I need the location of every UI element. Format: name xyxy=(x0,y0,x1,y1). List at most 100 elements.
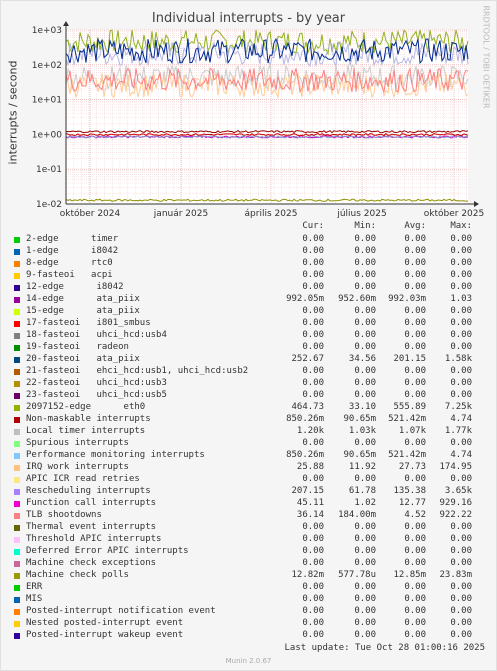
legend-max: 0.00 xyxy=(450,342,472,352)
legend-label: Thermal event interrupts xyxy=(26,522,157,532)
legend-swatch xyxy=(14,537,20,543)
legend-swatch xyxy=(14,285,20,291)
legend-swatch xyxy=(14,357,20,363)
y-tick-label: 1e+00 xyxy=(32,130,63,140)
legend-label: 12-edge i8042 xyxy=(26,282,124,292)
header-max: Max: xyxy=(450,221,472,231)
legend-swatch xyxy=(14,477,20,483)
legend-row: Threshold APIC interrupts 0.00 0.00 0.00 0.0… xyxy=(14,534,484,546)
x-axis-arrow xyxy=(474,201,479,207)
legend-cur: 0.00 xyxy=(302,270,324,280)
legend-row: Spurious interrupts 0.00 0.00 0.00 0.00 xyxy=(14,438,484,450)
legend-cur: 0.00 xyxy=(302,342,324,352)
legend-row: Deferred Error APIC interrupts 0.00 0.00 0.… xyxy=(14,546,484,558)
legend-row: 1-edge i8042 0.00 0.00 0.00 0.00 xyxy=(14,246,484,258)
legend-max: 0.00 xyxy=(450,318,472,328)
legend-row: Machine check exceptions 0.00 0.00 0.00 0.00 xyxy=(14,558,484,570)
legend-row: 19-fasteoi radeon 0.00 0.00 0.00 0.00 xyxy=(14,342,484,354)
legend-cur: 850.26m xyxy=(286,414,324,424)
y-tick-label: 1e+02 xyxy=(32,61,62,71)
legend-swatch xyxy=(14,309,20,315)
legend-row: Posted-interrupt notification event 0.00 0… xyxy=(14,606,484,618)
legend-label: MIS xyxy=(26,594,43,604)
legend-cur: 0.00 xyxy=(302,558,324,568)
legend-max: 1.77k xyxy=(444,426,472,436)
legend-row: 21-fasteoi ehci_hcd:usb1, uhci_hcd:usb2 0… xyxy=(14,366,484,378)
legend-label: Threshold APIC interrupts xyxy=(26,534,162,544)
legend-swatch xyxy=(14,405,20,411)
legend-label: IRQ work interrupts xyxy=(26,462,129,472)
legend-swatch xyxy=(14,621,20,627)
legend-cur: 0.00 xyxy=(302,630,324,640)
legend-swatch xyxy=(14,297,20,303)
legend-max: 0.00 xyxy=(450,306,472,316)
legend-row: 23-fasteoi uhci_hcd:usb5 0.00 0.00 0.00 0.00 xyxy=(14,390,484,402)
legend-max: 7.25k xyxy=(444,402,472,412)
legend-row: 14-edge ata_piix 992.05m 952.60m 992.03m 1.0… xyxy=(14,294,484,306)
legend-max: 23.83m xyxy=(439,570,472,580)
legend-swatch xyxy=(14,345,20,351)
legend-row: 9-fasteoi acpi 0.00 0.00 0.00 0.00 xyxy=(14,270,484,282)
legend-cur: 0.00 xyxy=(302,618,324,628)
legend-label: 2-edge timer xyxy=(26,234,119,244)
legend-label: Machine check polls xyxy=(26,570,129,580)
legend-max: 0.00 xyxy=(450,246,472,256)
legend-swatch xyxy=(14,333,20,339)
legend-rows: 2-edge timer 0.00 0.00 0.00 0.00 1-edge i8042… xyxy=(14,234,484,642)
legend-label: 23-fasteoi uhci_hcd:usb5 xyxy=(26,390,167,400)
last-update: Last update: Tue Oct 28 01:00:16 2025 xyxy=(284,643,485,653)
legend-cur: 0.00 xyxy=(302,330,324,340)
legend-swatch xyxy=(14,381,20,387)
legend-row: Function call interrupts 45.11 1.02 12.77 92… xyxy=(14,498,484,510)
legend-cur: 992.05m xyxy=(286,294,324,304)
legend-row: 20-fasteoi ata_piix 252.67 34.56 201.15 1.58… xyxy=(14,354,484,366)
legend-cur: 12.82m xyxy=(291,570,324,580)
legend-label: 9-fasteoi acpi xyxy=(26,270,113,280)
legend-max: 0.00 xyxy=(450,270,472,280)
legend-swatch xyxy=(14,489,20,495)
legend-swatch xyxy=(14,249,20,255)
legend-max: 0.00 xyxy=(450,390,472,400)
legend-max: 0.00 xyxy=(450,234,472,244)
legend-cur: 0.00 xyxy=(302,594,324,604)
legend-row: ERR 0.00 0.00 0.00 0.00 xyxy=(14,582,484,594)
legend-cur: 464.73 xyxy=(291,402,324,412)
legend-label: 8-edge rtc0 xyxy=(26,258,113,268)
legend-cur: 0.00 xyxy=(302,606,324,616)
legend-row: 18-fasteoi uhci_hcd:usb4 0.00 0.00 0.00 0.00 xyxy=(14,330,484,342)
legend-swatch xyxy=(14,261,20,267)
legend-swatch xyxy=(14,549,20,555)
legend-cur: 45.11 xyxy=(296,498,324,508)
legend-swatch xyxy=(14,369,20,375)
y-tick-label: 1e-02 xyxy=(36,200,62,210)
legend-max: 3.65k xyxy=(444,486,472,496)
legend-max: 0.00 xyxy=(450,438,472,448)
legend-cur: 0.00 xyxy=(302,378,324,388)
legend-cur: 25.88 xyxy=(296,462,324,472)
legend-label: Non-maskable interrupts xyxy=(26,414,151,424)
legend-row: TLB shootdowns 36.14 184.00m 4.52 922.22 xyxy=(14,510,484,522)
legend-swatch xyxy=(14,237,20,243)
legend-row: Performance monitoring interrupts 850.26m… xyxy=(14,450,484,462)
legend-label: 19-fasteoi radeon xyxy=(26,342,129,352)
legend-max: 0.00 xyxy=(450,282,472,292)
legend-swatch xyxy=(14,321,20,327)
x-tick-label: július 2025 xyxy=(336,209,386,219)
legend-label: Spurious interrupts xyxy=(26,438,129,448)
legend-swatch xyxy=(14,561,20,567)
legend-max: 0.00 xyxy=(450,618,472,628)
legend-label: 15-edge ata_piix xyxy=(26,306,140,316)
legend-max: 0.00 xyxy=(450,330,472,340)
legend-label: 1-edge i8042 xyxy=(26,246,119,256)
legend-cur: 0.00 xyxy=(302,438,324,448)
legend-label: Posted-interrupt notification event xyxy=(26,606,216,616)
legend-max: 922.22 xyxy=(439,510,472,520)
legend-cur: 0.00 xyxy=(302,318,324,328)
legend-max: 0.00 xyxy=(450,378,472,388)
x-tick-label: október 2024 xyxy=(60,208,121,219)
legend-row: IRQ work interrupts 25.88 11.92 27.73 174.95 xyxy=(14,462,484,474)
legend-row: Local timer interrupts 1.20k 1.03k 1.07k 1.7… xyxy=(14,426,484,438)
legend-cur: 850.26m xyxy=(286,450,324,460)
legend-header: Cur: Min: Avg: Max: xyxy=(14,221,484,233)
legend-row: 12-edge i8042 0.00 0.00 0.00 0.00 xyxy=(14,282,484,294)
